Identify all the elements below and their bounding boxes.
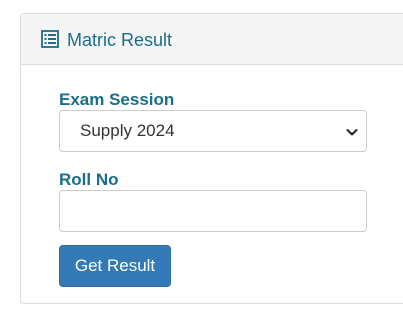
panel-title: Matric Result — [67, 30, 173, 50]
exam-session-label: Exam Session — [59, 90, 175, 109]
exam-session-selected-value: Supply 2024 — [80, 121, 175, 140]
roll-no-label: Roll No — [59, 170, 119, 189]
panel-header: Matric Result — [21, 14, 403, 65]
list-icon — [41, 30, 59, 48]
get-result-button[interactable]: Get Result — [59, 245, 171, 287]
chevron-down-icon — [346, 125, 358, 137]
exam-session-select[interactable]: Supply 2024 — [59, 110, 367, 152]
roll-no-input[interactable] — [59, 190, 367, 232]
matric-result-panel: Matric Result Exam Session Supply 2024 R… — [20, 13, 403, 304]
